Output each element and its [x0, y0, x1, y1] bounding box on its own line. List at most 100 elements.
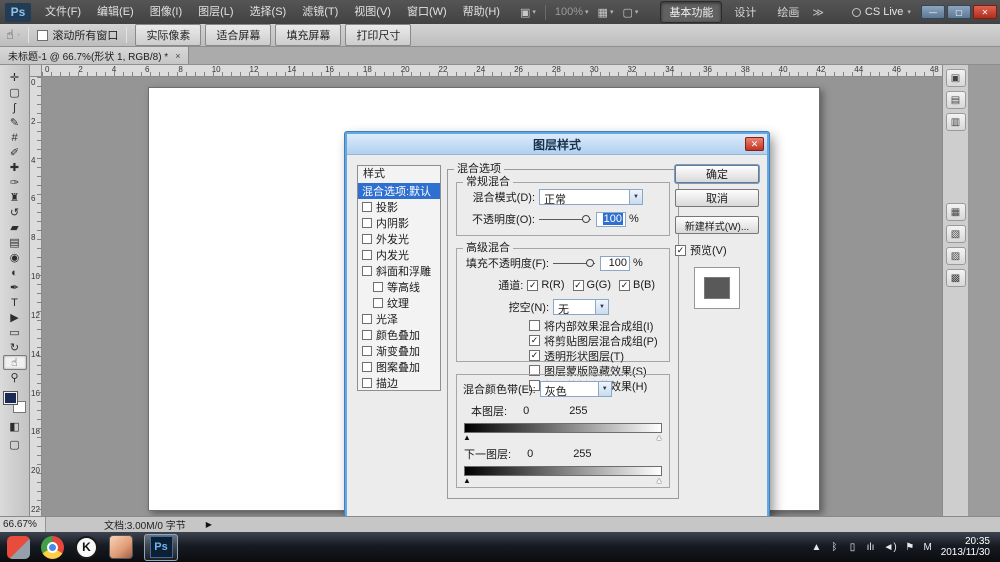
dodge-tool[interactable]: ◐: [3, 265, 27, 280]
channel-r-checkbox[interactable]: R(R): [527, 279, 564, 291]
advanced-option-checkbox[interactable]: [529, 320, 540, 331]
blend-mode-select[interactable]: 正常 ▼: [539, 189, 643, 205]
view-extras-icon[interactable]: ▣▾: [520, 6, 536, 19]
blend-interior-checkbox[interactable]: 将内部效果混合成组(I): [529, 319, 663, 332]
fill-opacity-slider[interactable]: [553, 263, 595, 264]
style-checkbox[interactable]: [362, 378, 372, 388]
taskbar-clock[interactable]: 20:35 2013/11/30: [941, 536, 993, 558]
channel-checkbox[interactable]: [619, 280, 630, 291]
fit-screen-button[interactable]: 适合屏幕: [205, 24, 271, 46]
advanced-option-checkbox[interactable]: [529, 350, 540, 361]
style-satin[interactable]: 光泽: [358, 311, 440, 327]
tray-expand-icon[interactable]: ▲: [811, 542, 821, 553]
advanced-option-checkbox[interactable]: [529, 335, 540, 346]
chrome-icon[interactable]: [41, 536, 64, 559]
fill-opacity-slider-knob[interactable]: [586, 259, 594, 267]
cancel-button[interactable]: 取消: [675, 189, 759, 207]
workspace-essentials[interactable]: 基本功能: [660, 1, 722, 23]
adjustments-panel-icon[interactable]: ▦: [946, 203, 966, 221]
opacity-input[interactable]: 100: [596, 212, 626, 227]
opacity-slider-knob[interactable]: [582, 215, 590, 223]
style-contour[interactable]: 等高线: [358, 279, 440, 295]
document-tab[interactable]: 未标题-1 @ 66.7%(形状 1, RGB/8) * ×: [0, 47, 189, 64]
style-stroke[interactable]: 描边: [358, 375, 440, 391]
channel-checkbox[interactable]: [573, 280, 584, 291]
workspace-overflow-button[interactable]: ≫: [808, 6, 828, 19]
style-outer-glow[interactable]: 外发光: [358, 231, 440, 247]
channels-panel-icon[interactable]: ▩: [946, 269, 966, 287]
path-selection-tool[interactable]: ▶: [3, 310, 27, 325]
menu-help[interactable]: 帮助(H): [455, 0, 508, 24]
style-checkbox[interactable]: [362, 266, 372, 276]
rotate-view-tool[interactable]: ↻: [3, 340, 27, 355]
move-tool[interactable]: ✛: [3, 70, 27, 85]
blur-tool[interactable]: ◉: [3, 250, 27, 265]
blend-marker-left-icon[interactable]: [463, 433, 471, 442]
network-signal-icon[interactable]: ılı: [865, 542, 875, 553]
underlying-layer-gradient-slider[interactable]: [464, 466, 662, 476]
style-checkbox[interactable]: [362, 218, 372, 228]
workspace-design[interactable]: 设计: [725, 1, 765, 23]
style-checkbox[interactable]: [373, 282, 383, 292]
type-tool[interactable]: T: [3, 295, 27, 310]
quick-selection-tool[interactable]: ✎: [3, 115, 27, 130]
style-gradient-overlay[interactable]: 渐变叠加: [358, 343, 440, 359]
style-color-overlay[interactable]: 颜色叠加: [358, 327, 440, 343]
actual-pixels-button[interactable]: 实际像素: [135, 24, 201, 46]
style-drop-shadow[interactable]: 投影: [358, 199, 440, 215]
this-layer-gradient-slider[interactable]: [464, 423, 662, 433]
styles-panel-icon[interactable]: ▥: [946, 113, 966, 131]
style-checkbox[interactable]: [362, 346, 372, 356]
eyedropper-tool[interactable]: ✐: [3, 145, 27, 160]
photoshop-taskbar-button[interactable]: Ps: [144, 534, 178, 561]
marquee-tool[interactable]: ▢: [3, 85, 27, 100]
input-method-icon[interactable]: M: [923, 542, 933, 553]
zoom-percentage-field[interactable]: 66.67%: [0, 517, 46, 532]
opacity-slider[interactable]: [539, 219, 591, 220]
menu-file[interactable]: 文件(F): [37, 0, 89, 24]
menu-filter[interactable]: 滤镜(T): [294, 0, 346, 24]
workspace-painting[interactable]: 绘画: [768, 1, 808, 23]
print-size-button[interactable]: 打印尺寸: [345, 24, 411, 46]
pen-tool[interactable]: ✒: [3, 280, 27, 295]
ruler-horizontal[interactable]: 0246810121416182022242628303234363840424…: [42, 65, 942, 77]
style-texture[interactable]: 纹理: [358, 295, 440, 311]
style-blending-options[interactable]: 混合选项:默认: [358, 183, 440, 199]
status-expand-button[interactable]: ▶: [206, 520, 212, 529]
battery-icon[interactable]: ▯: [847, 542, 857, 553]
zoom-level-control[interactable]: 100%▾: [555, 6, 589, 18]
bluetooth-icon[interactable]: ᛒ: [829, 542, 839, 553]
quick-mask-icon[interactable]: ◧: [3, 419, 27, 434]
scroll-all-windows-checkbox[interactable]: [37, 30, 48, 41]
action-center-flag-icon[interactable]: ⚑: [905, 542, 915, 553]
blend-marker-right-icon[interactable]: [655, 476, 663, 485]
blend-clipped-checkbox[interactable]: 将剪贴图层混合成组(P): [529, 334, 663, 347]
fill-screen-button[interactable]: 填充屏幕: [275, 24, 341, 46]
blend-marker-left-icon[interactable]: [463, 476, 471, 485]
blend-if-select[interactable]: 灰色 ▼: [540, 381, 612, 397]
gradient-tool[interactable]: ▤: [3, 235, 27, 250]
dialog-title-bar[interactable]: 图层样式 ✕: [347, 134, 767, 155]
menu-layer[interactable]: 图层(L): [190, 0, 241, 24]
arrange-documents-icon[interactable]: ▦▾: [598, 6, 614, 19]
tool-preset-picker[interactable]: ☝ ▾: [6, 27, 20, 43]
cs-live-button[interactable]: CS Live ▾: [852, 6, 911, 18]
minimize-button[interactable]: —: [921, 5, 945, 19]
healing-brush-tool[interactable]: ✚: [3, 160, 27, 175]
volume-icon[interactable]: ◄): [883, 542, 896, 553]
preview-checkbox[interactable]: [675, 245, 686, 256]
crop-tool[interactable]: #: [3, 130, 27, 145]
style-inner-shadow[interactable]: 内阴影: [358, 215, 440, 231]
menu-select[interactable]: 选择(S): [242, 0, 295, 24]
browser-app-icon[interactable]: [7, 536, 30, 559]
swatches-panel-icon[interactable]: ▤: [946, 91, 966, 109]
tab-close-icon[interactable]: ×: [175, 51, 180, 61]
channel-g-checkbox[interactable]: G(G): [573, 279, 611, 291]
preview-option[interactable]: 预览(V): [675, 242, 759, 258]
channel-b-checkbox[interactable]: B(B): [619, 279, 655, 291]
hand-tool[interactable]: ☝: [3, 355, 27, 370]
eraser-tool[interactable]: ▰: [3, 220, 27, 235]
style-checkbox[interactable]: [373, 298, 383, 308]
style-checkbox[interactable]: [362, 330, 372, 340]
screen-mode-icon[interactable]: ▢▾: [622, 6, 638, 19]
